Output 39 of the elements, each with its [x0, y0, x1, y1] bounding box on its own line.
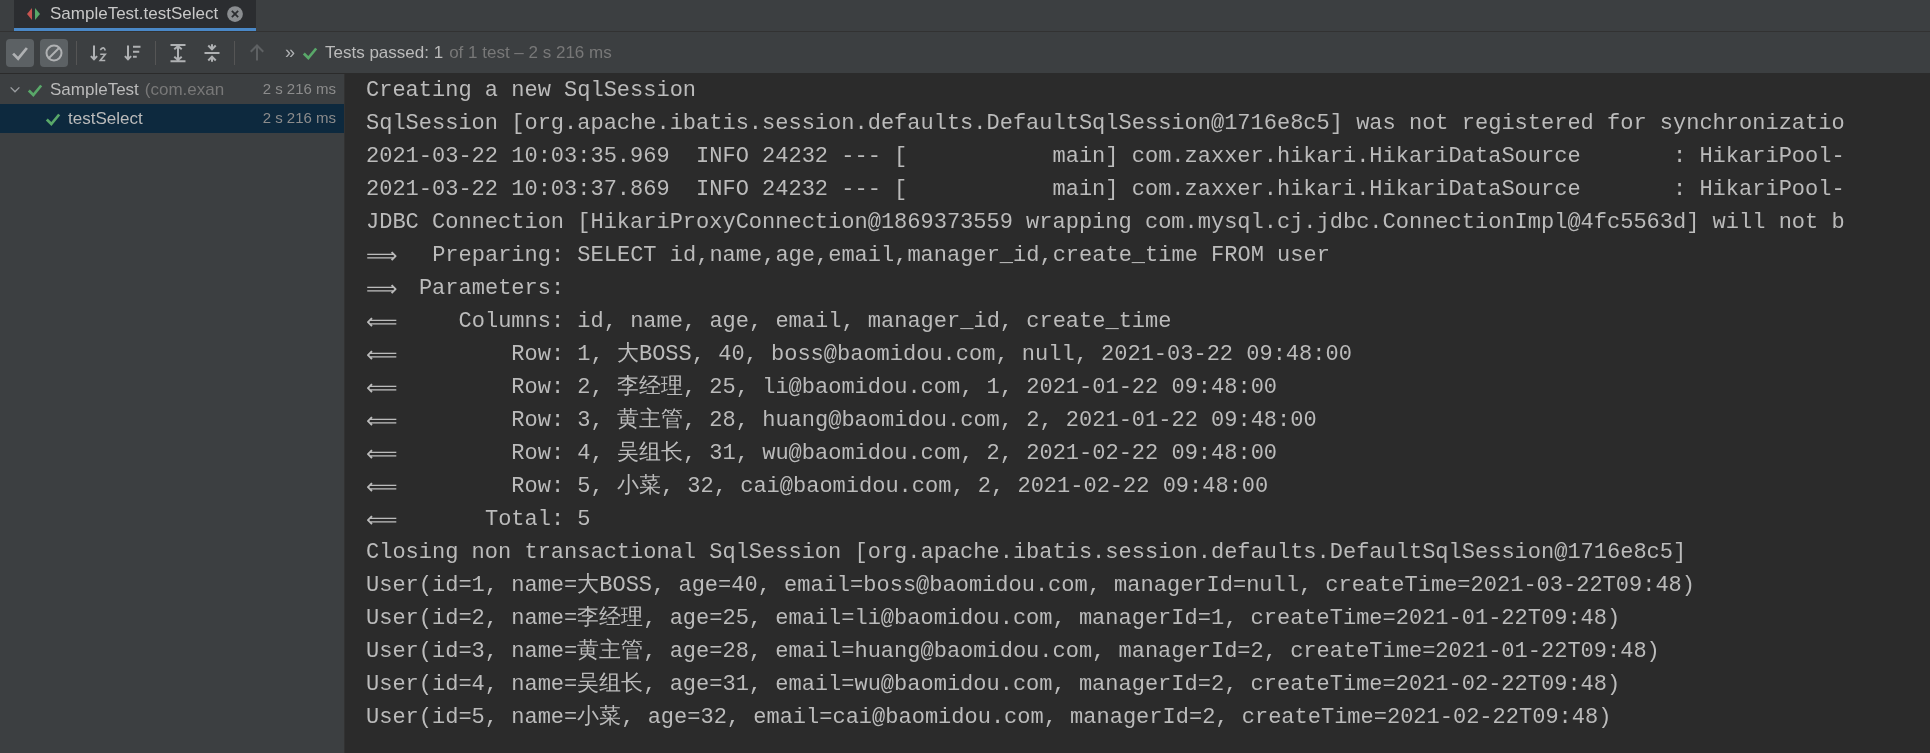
sql-log-line: ⟸ Row: 5, 小菜, 32, cai@baomidou.com, 2, 2021-02-22 09:48:00 [366, 473, 1270, 501]
sql-log-line: ⟸ Columns: id, name, age, email, manager_id, create_time [366, 308, 1173, 336]
test-duration: 2 s 216 ms [261, 79, 336, 100]
close-icon[interactable] [226, 5, 245, 23]
toolbar-button[interactable] [40, 38, 68, 67]
collapse-all-icon [202, 42, 222, 63]
console-line: User(id=3, name=黄主管, age=28, email=huang@baomidou.com, managerId=2, createTime=2021-01-22T09:48) [366, 637, 1661, 666]
sql-log-line: ⟸ Row: 4, 吴组长, 31, wu@baomidou.com, 2, 2021-02-22 09:48:00 [366, 440, 1279, 468]
tab-title: SampleTest.testSelect [50, 3, 219, 26]
run-config-icon [26, 7, 42, 21]
sql-log-line: ⟹ Parameters: [366, 275, 566, 303]
test-tree-item[interactable]: SampleTest (com.exan 2 s 216 ms [0, 75, 344, 104]
toolbar-button[interactable] [6, 38, 34, 67]
sql-log-line: ⟸ Total: 5 [366, 506, 592, 534]
test-summary: of 1 test – 2 s 216 ms [449, 41, 612, 64]
prohibited-icon [44, 42, 64, 63]
sql-log-line: ⟹ Preparing: SELECT id,name,age,email,manager_id,create_time FROM user [366, 242, 1331, 270]
console-line: User(id=5, name=小菜, age=32, email=cai@baomidou.com, managerId=2, createTime=2021-02-22T09:48) [366, 704, 1613, 732]
sql-log-line: ⟸ Row: 1, 大BOSS, 40, boss@baomidou.com, null, 2021-03-22 09:48:00 [366, 341, 1353, 369]
console-line: JDBC Connection [HikariProxyConnection@1869373559 wrapping com.mysql.cj.jdbc.ConnectionImpl@4fc5563d] will not b [366, 209, 1846, 237]
test-tree-item[interactable]: testSelect 2 s 216 ms [0, 104, 344, 133]
test-name: testSelect [68, 107, 143, 130]
run-tab[interactable]: SampleTest.testSelect [14, 0, 257, 31]
console-line: User(id=1, name=大BOSS, age=40, email=boss@baomidou.com, managerId=null, createTime=2021-03-22T09:48) [366, 572, 1696, 600]
tests-passed-label: Tests passed: 1 [325, 41, 444, 64]
console-line: 2021-03-22 10:03:37.869 INFO 24232 --- [ main] com.zaxxer.hikari.HikariDataSource : HikariPool- [366, 176, 1846, 204]
more-chevron[interactable]: » [285, 39, 295, 66]
console-line: Creating a new SqlSession [366, 77, 698, 105]
console-line: SqlSession [org.apache.ibatis.session.defaults.DefaultSqlSession@1716e8c5] was not registered for synchronizatio [366, 110, 1846, 138]
console-line: Closing non transactional SqlSession [org.apache.ibatis.session.defaults.DefaultSqlSession@1716e8c5] [366, 539, 1688, 567]
test-package: (com.exan [144, 78, 225, 101]
test-name: SampleTest [50, 78, 139, 101]
console-line: 2021-03-22 10:03:35.969 INFO 24232 --- [ main] com.zaxxer.hikari.HikariDataSource : HikariPool- [366, 143, 1846, 171]
sql-log-line: ⟸ Row: 3, 黄主管, 28, huang@baomidou.com, 2, 2021-01-22 09:48:00 [366, 406, 1318, 435]
console-line: User(id=4, name=吴组长, age=31, email=wu@baomidou.com, managerId=2, createTime=2021-02-22T09:48) [366, 671, 1622, 699]
sql-log-line: ⟸ Row: 2, 李经理, 25, li@baomidou.com, 1, 2021-01-22 09:48:00 [366, 374, 1279, 402]
console-line: User(id=2, name=李经理, age=25, email=li@baomidou.com, managerId=1, createTime=2021-01-22T09:48) [366, 605, 1622, 633]
test-duration: 2 s 216 ms [261, 108, 336, 129]
expand-all-icon [168, 42, 188, 63]
